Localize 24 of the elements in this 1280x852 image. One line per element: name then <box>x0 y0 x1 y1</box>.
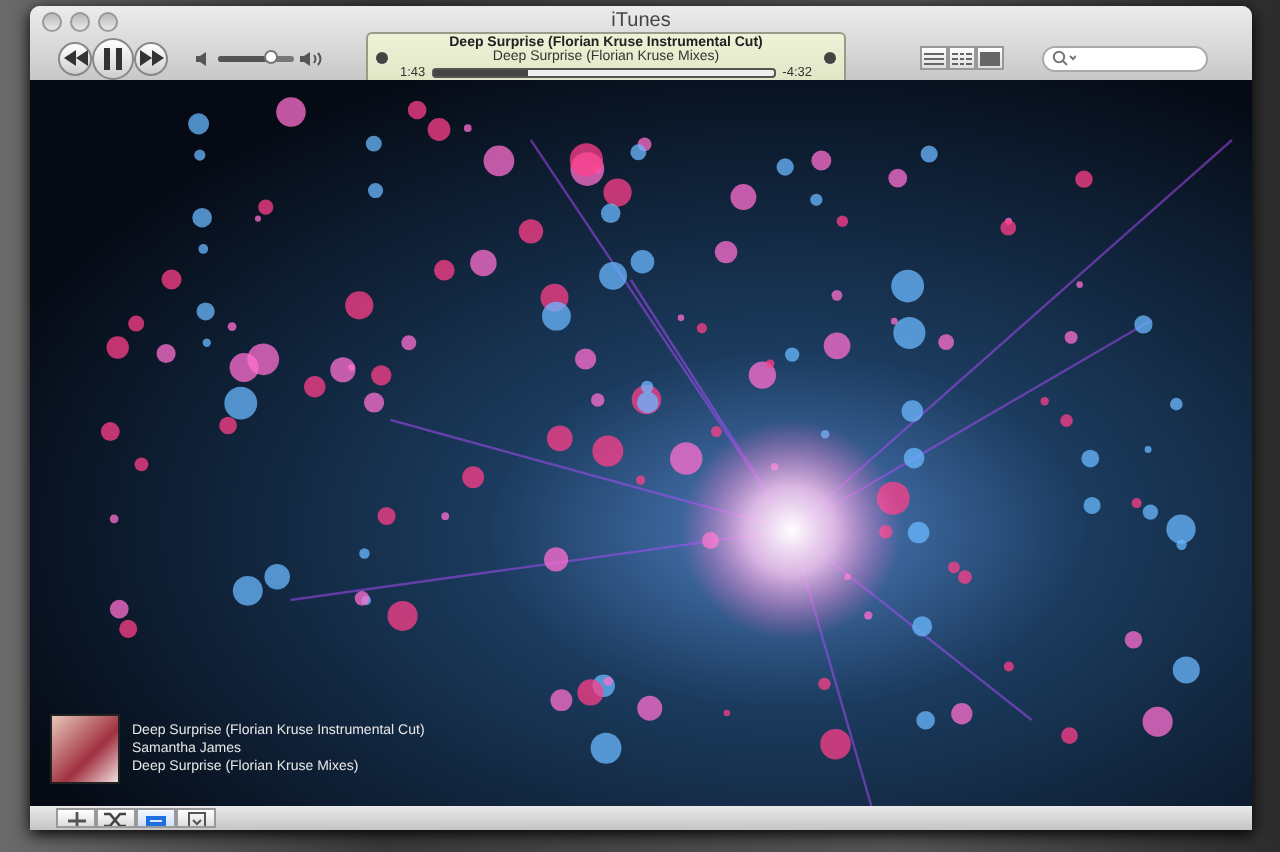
pause-button[interactable] <box>92 37 134 79</box>
plus-icon <box>67 811 85 825</box>
volume-slider[interactable] <box>218 55 294 61</box>
repeat-button[interactable] <box>136 808 176 828</box>
add-button[interactable] <box>56 808 96 828</box>
list-view-button[interactable] <box>920 46 948 70</box>
artwork-button[interactable] <box>176 808 216 828</box>
search-icon <box>1052 50 1076 66</box>
progress-bar[interactable] <box>431 68 777 78</box>
grid-view-button[interactable] <box>948 46 976 70</box>
window-title: iTunes <box>609 8 673 32</box>
previous-button[interactable] <box>58 41 92 75</box>
next-button[interactable] <box>134 41 168 75</box>
pause-icon <box>104 47 122 69</box>
cover-flow-button[interactable] <box>976 46 1004 70</box>
shuffle-button[interactable] <box>96 808 136 828</box>
rewind-icon <box>63 50 87 66</box>
fast-forward-icon <box>139 50 163 66</box>
artwork-icon <box>187 811 205 825</box>
volume-high-icon <box>300 51 322 65</box>
album-art-placeholder <box>50 714 120 784</box>
shuffle-icon <box>104 811 128 825</box>
search-field[interactable] <box>1042 45 1208 71</box>
volume-low-icon <box>196 51 212 65</box>
